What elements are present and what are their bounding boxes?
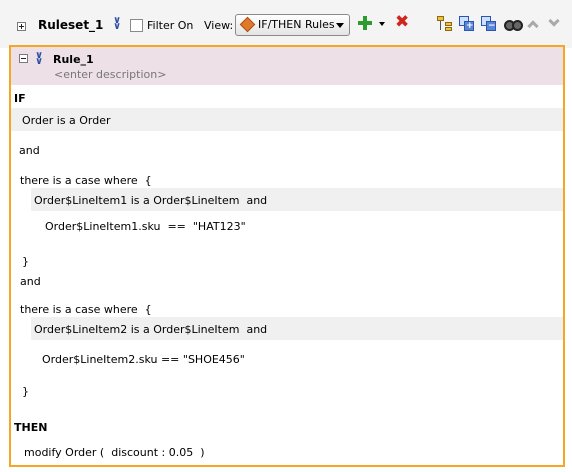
close-brace: }: [22, 385, 29, 398]
ruleset-name[interactable]: Ruleset_1: [38, 18, 103, 32]
move-down-icon[interactable]: [548, 15, 560, 27]
ruleset-toolbar: Ruleset_1 ∨ ∨ Filter On View: IF/THEN Rul…: [0, 0, 572, 48]
move-up-icon[interactable]: [527, 20, 539, 32]
rule-name[interactable]: Rule_1: [53, 53, 94, 66]
pattern-line[interactable]: Order is a Order: [22, 114, 111, 127]
test-line[interactable]: Order$LineItem1.sku == "HAT123": [45, 220, 246, 233]
collapse-all-icon[interactable]: ∨ ∨: [113, 16, 121, 32]
add-icon[interactable]: [358, 16, 372, 30]
if-keyword: IF: [14, 92, 26, 105]
view-select[interactable]: IF/THEN Rules: [235, 14, 350, 36]
delete-icon[interactable]: ✖: [395, 14, 409, 31]
ifthen-rules-icon: [239, 16, 256, 33]
and-operator[interactable]: and: [19, 144, 40, 157]
add-rule-icon[interactable]: +: [459, 16, 475, 32]
and-operator[interactable]: and: [20, 275, 41, 288]
tree-icon[interactable]: [437, 16, 453, 32]
close-brace: }: [22, 255, 29, 268]
rule-header: ∨ ∨ Rule_1 <enter description>: [11, 47, 563, 85]
then-keyword: THEN: [14, 421, 48, 434]
rule-description[interactable]: <enter description>: [54, 68, 166, 81]
pattern-line[interactable]: Order$LineItem1 is a Order$LineItem and: [34, 194, 267, 207]
action-line[interactable]: modify Order ( discount : 0.05 ): [24, 446, 205, 459]
view-select-value: IF/THEN Rules: [258, 18, 335, 31]
copy-rule-icon[interactable]: −: [481, 16, 497, 32]
pattern-line[interactable]: Order$LineItem2 is a Order$LineItem and: [34, 323, 267, 336]
dropdown-arrow-icon[interactable]: [379, 22, 385, 26]
filter-label[interactable]: Filter On: [147, 19, 193, 32]
case-where-line[interactable]: there is a case where {: [20, 303, 152, 316]
rule-panel: ∨ ∨ Rule_1 <enter description> IF Order i…: [9, 45, 565, 467]
chevron-down-icon: [336, 23, 344, 28]
collapse-all-icon[interactable]: ∨ ∨: [35, 51, 43, 67]
test-line[interactable]: Order$LineItem2.sku == "SHOE456": [42, 353, 245, 366]
view-label: View:: [204, 19, 234, 32]
collapse-icon[interactable]: [19, 54, 28, 63]
case-where-line[interactable]: there is a case where {: [20, 174, 152, 187]
expand-icon[interactable]: [17, 22, 26, 31]
filter-checkbox[interactable]: [130, 19, 143, 32]
find-icon[interactable]: [504, 17, 523, 31]
